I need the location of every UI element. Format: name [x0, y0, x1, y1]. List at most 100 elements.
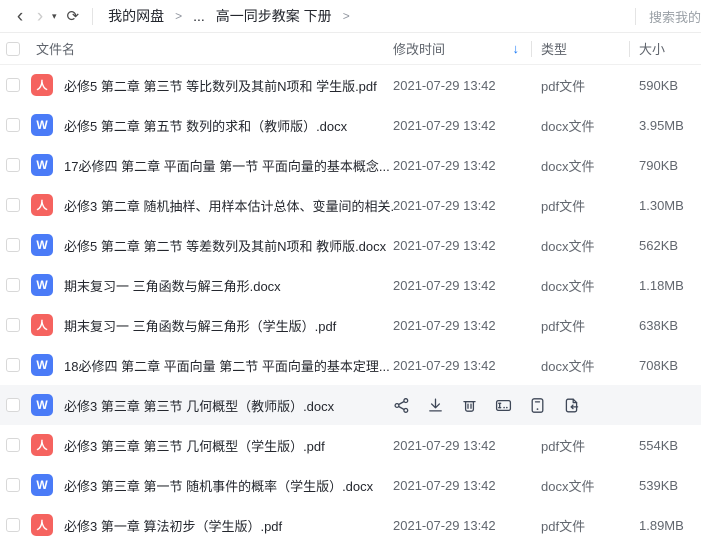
breadcrumb-separator: >	[175, 9, 182, 23]
file-modified-time: 2021-07-29 13:42	[393, 278, 531, 293]
file-type: pdf文件	[531, 436, 629, 455]
file-modified-time: 2021-07-29 13:42	[393, 198, 531, 213]
breadcrumb: 我的网盘 > ... 高一同步教案 下册 >	[108, 6, 350, 26]
row-checkbox[interactable]	[6, 78, 20, 92]
file-type: pdf文件	[531, 316, 629, 335]
file-name[interactable]: 必修5 第二章 第五节 数列的求和（教师版）.docx	[64, 116, 393, 135]
toolbar-divider	[92, 8, 93, 25]
file-type: docx文件	[531, 476, 629, 495]
file-name[interactable]: 必修3 第一章 算法初步（学生版）.pdf	[64, 516, 393, 535]
pdf-file-icon: 人	[31, 514, 53, 536]
table-row[interactable]: 人 必修3 第一章 算法初步（学生版）.pdf 2021-07-29 13:42…	[0, 505, 701, 542]
table-row[interactable]: W 必修5 第二章 第五节 数列的求和（教师版）.docx 2021-07-29…	[0, 105, 701, 145]
column-header-modified-label: 修改时间	[393, 39, 445, 58]
word-file-icon: W	[31, 274, 53, 296]
file-modified-time: 2021-07-29 13:42	[393, 78, 531, 93]
file-modified-time: 2021-07-29 13:42	[393, 358, 531, 373]
column-header-type: 类型	[531, 39, 629, 58]
file-size: 790KB	[629, 158, 701, 173]
row-checkbox[interactable]	[6, 318, 20, 332]
file-name[interactable]: 必修3 第三章 第一节 随机事件的概率（学生版）.docx	[64, 476, 393, 495]
table-row[interactable]: W 18必修四 第二章 平面向量 第二节 平面向量的基本定理... 2021-0…	[0, 345, 701, 385]
file-name[interactable]: 必修5 第二章 第二节 等差数列及其前N项和 教师版.docx	[64, 236, 393, 255]
file-size: 1.18MB	[629, 278, 701, 293]
breadcrumb-current[interactable]: 高一同步教案 下册	[216, 6, 332, 26]
pdf-file-icon: 人	[31, 194, 53, 216]
column-header-name[interactable]: 文件名	[36, 39, 393, 58]
copy-icon[interactable]	[563, 397, 580, 414]
row-checkbox[interactable]	[6, 278, 20, 292]
file-type: pdf文件	[531, 196, 629, 215]
file-name[interactable]: 必修3 第三章 第三节 几何概型（教师版）.docx	[64, 396, 393, 415]
breadcrumb-separator: >	[343, 9, 350, 23]
file-type: pdf文件	[531, 516, 629, 535]
column-header-modified[interactable]: 修改时间 ↓	[393, 39, 531, 58]
row-checkbox[interactable]	[6, 518, 20, 532]
refresh-icon[interactable]: ⟳	[67, 7, 80, 25]
file-type: pdf文件	[531, 76, 629, 95]
word-file-icon: W	[31, 394, 53, 416]
file-size: 1.89MB	[629, 518, 701, 533]
word-file-icon: W	[31, 354, 53, 376]
move-icon[interactable]	[529, 397, 546, 414]
file-type: docx文件	[531, 116, 629, 135]
file-modified-time: 2021-07-29 13:42	[393, 158, 531, 173]
row-checkbox[interactable]	[6, 198, 20, 212]
table-row[interactable]: W 期末复习一 三角函数与解三角形.docx 2021-07-29 13:42 …	[0, 265, 701, 305]
download-icon[interactable]	[427, 397, 444, 414]
row-checkbox[interactable]	[6, 158, 20, 172]
file-size: 590KB	[629, 78, 701, 93]
breadcrumb-root[interactable]: 我的网盘	[108, 6, 164, 26]
column-header-size: 大小	[629, 39, 701, 58]
file-type: docx文件	[531, 276, 629, 295]
table-row[interactable]: 人 必修3 第三章 第三节 几何概型（学生版）.pdf 2021-07-29 1…	[0, 425, 701, 465]
file-name[interactable]: 期末复习一 三角函数与解三角形（学生版）.pdf	[64, 316, 393, 335]
forward-button[interactable]: ›	[30, 7, 50, 26]
file-size: 539KB	[629, 478, 701, 493]
table-row[interactable]: W 必修3 第三章 第三节 几何概型（教师版）.docx	[0, 385, 701, 425]
table-row[interactable]: W 必修5 第二章 第二节 等差数列及其前N项和 教师版.docx 2021-0…	[0, 225, 701, 265]
table-row[interactable]: 人 必修3 第二章 随机抽样、用样本估计总体、变量间的相关... 2021-07…	[0, 185, 701, 225]
table-row[interactable]: 人 期末复习一 三角函数与解三角形（学生版）.pdf 2021-07-29 13…	[0, 305, 701, 345]
share-icon[interactable]	[393, 397, 410, 414]
select-all-checkbox[interactable]	[6, 42, 20, 56]
file-size: 3.95MB	[629, 118, 701, 133]
file-type: docx文件	[531, 236, 629, 255]
search-input[interactable]: 搜索我的	[649, 7, 701, 26]
word-file-icon: W	[31, 114, 53, 136]
row-checkbox[interactable]	[6, 478, 20, 492]
table-row[interactable]: 人 必修5 第二章 第三节 等比数列及其前N项和 学生版.pdf 2021-07…	[0, 65, 701, 105]
search-zone: 搜索我的	[635, 7, 701, 26]
word-file-icon: W	[31, 474, 53, 496]
file-name[interactable]: 必修3 第二章 随机抽样、用样本估计总体、变量间的相关...	[64, 196, 393, 215]
file-modified-time: 2021-07-29 13:42	[393, 518, 531, 533]
table-row[interactable]: W 必修3 第三章 第一节 随机事件的概率（学生版）.docx 2021-07-…	[0, 465, 701, 505]
sort-desc-icon[interactable]: ↓	[513, 41, 520, 56]
word-file-icon: W	[31, 234, 53, 256]
row-checkbox[interactable]	[6, 238, 20, 252]
row-checkbox[interactable]	[6, 438, 20, 452]
file-type: docx文件	[531, 156, 629, 175]
file-name[interactable]: 必修5 第二章 第三节 等比数列及其前N项和 学生版.pdf	[64, 76, 393, 95]
file-name[interactable]: 期末复习一 三角函数与解三角形.docx	[64, 276, 393, 295]
row-checkbox[interactable]	[6, 118, 20, 132]
word-file-icon: W	[31, 154, 53, 176]
file-size: 562KB	[629, 238, 701, 253]
row-checkbox[interactable]	[6, 398, 20, 412]
back-button[interactable]: ‹	[10, 7, 30, 26]
file-name[interactable]: 17必修四 第二章 平面向量 第一节 平面向量的基本概念...	[64, 156, 393, 175]
file-name[interactable]: 必修3 第三章 第三节 几何概型（学生版）.pdf	[64, 436, 393, 455]
file-size: 554KB	[629, 438, 701, 453]
file-modified-time: 2021-07-29 13:42	[393, 438, 531, 453]
delete-icon[interactable]	[461, 397, 478, 414]
row-checkbox[interactable]	[6, 358, 20, 372]
history-dropdown-icon[interactable]: ▾	[52, 11, 57, 22]
breadcrumb-ellipsis[interactable]: ...	[193, 8, 205, 24]
file-size: 638KB	[629, 318, 701, 333]
file-name[interactable]: 18必修四 第二章 平面向量 第二节 平面向量的基本定理...	[64, 356, 393, 375]
pdf-file-icon: 人	[31, 434, 53, 456]
rename-icon[interactable]	[495, 397, 512, 414]
table-row[interactable]: W 17必修四 第二章 平面向量 第一节 平面向量的基本概念... 2021-0…	[0, 145, 701, 185]
file-modified-time: 2021-07-29 13:42	[393, 478, 531, 493]
table-header: 文件名 修改时间 ↓ 类型 大小	[0, 33, 701, 65]
